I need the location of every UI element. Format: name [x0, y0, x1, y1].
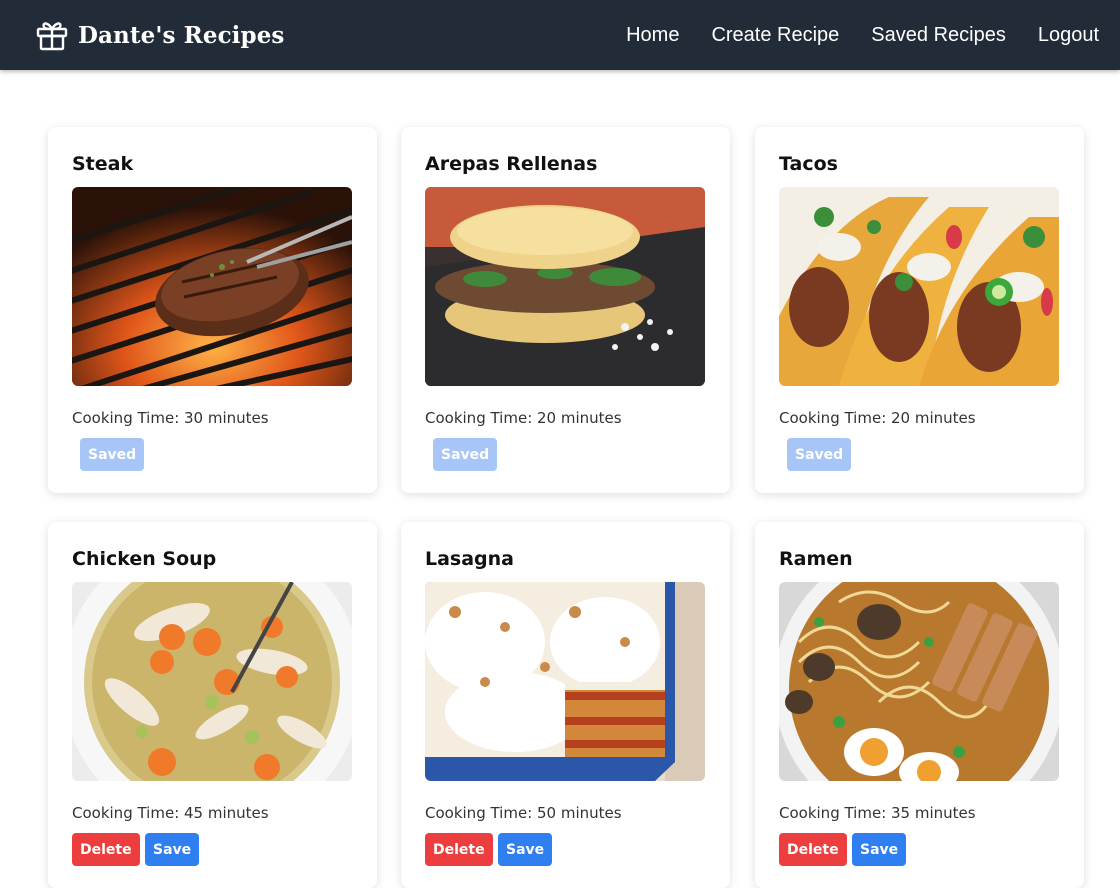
recipe-card-arepas-rellenas: Arepas Rellenas Cooking Time: 20 minutes…	[401, 127, 730, 493]
saved-button[interactable]: Saved	[787, 438, 852, 471]
recipe-image-lasagna	[425, 582, 705, 781]
recipe-card-ramen: Ramen Cooking Time: 35 minutes Delete Sa…	[755, 522, 1084, 888]
cooking-time: Cooking Time: 50 minutes	[425, 804, 622, 822]
saved-button[interactable]: Saved	[433, 438, 498, 471]
nav-saved-recipes[interactable]: Saved Recipes	[871, 24, 1006, 47]
nav-home[interactable]: Home	[626, 24, 679, 47]
recipe-image-steak	[72, 187, 352, 386]
save-button[interactable]: Save	[145, 833, 200, 866]
recipe-title: Chicken Soup	[72, 548, 217, 570]
recipe-image-tacos	[779, 187, 1059, 386]
cooking-time: Cooking Time: 20 minutes	[779, 409, 976, 427]
recipe-image-arepas	[425, 187, 705, 386]
delete-button[interactable]: Delete	[425, 833, 493, 866]
gift-icon	[34, 17, 70, 53]
cooking-time: Cooking Time: 35 minutes	[779, 804, 976, 822]
cooking-time: Cooking Time: 30 minutes	[72, 409, 269, 427]
nav-logout[interactable]: Logout	[1038, 24, 1099, 47]
saved-button[interactable]: Saved	[80, 438, 145, 471]
brand[interactable]: Dante's Recipes	[0, 17, 284, 53]
nav-create-recipe[interactable]: Create Recipe	[711, 24, 839, 47]
save-button[interactable]: Save	[852, 833, 907, 866]
navbar: Dante's Recipes Home Create Recipe Saved…	[0, 0, 1120, 70]
recipe-card-tacos: Tacos Cooking Time: 20 minutes Saved	[755, 127, 1084, 493]
cooking-time: Cooking Time: 45 minutes	[72, 804, 269, 822]
recipe-title: Arepas Rellenas	[425, 153, 598, 175]
save-button[interactable]: Save	[498, 833, 553, 866]
recipe-image-ramen	[779, 582, 1059, 781]
recipe-card-lasagna: Lasagna Cooking Time: 50 minutes Delete …	[401, 522, 730, 888]
brand-title: Dante's Recipes	[78, 21, 285, 49]
delete-button[interactable]: Delete	[72, 833, 140, 866]
recipe-title: Tacos	[779, 153, 838, 175]
recipe-card-steak: Steak Cooking Time: 30 minutes Saved	[48, 127, 377, 493]
delete-button[interactable]: Delete	[779, 833, 847, 866]
recipe-title: Ramen	[779, 548, 853, 570]
nav-links: Home Create Recipe Saved Recipes Logout	[594, 24, 1120, 47]
cooking-time: Cooking Time: 20 minutes	[425, 409, 622, 427]
recipe-image-chicken-soup	[72, 582, 352, 781]
recipe-title: Lasagna	[425, 548, 515, 570]
recipe-card-chicken-soup: Chicken Soup Cooking Time: 45 minutes De…	[48, 522, 377, 888]
recipe-title: Steak	[72, 153, 134, 175]
